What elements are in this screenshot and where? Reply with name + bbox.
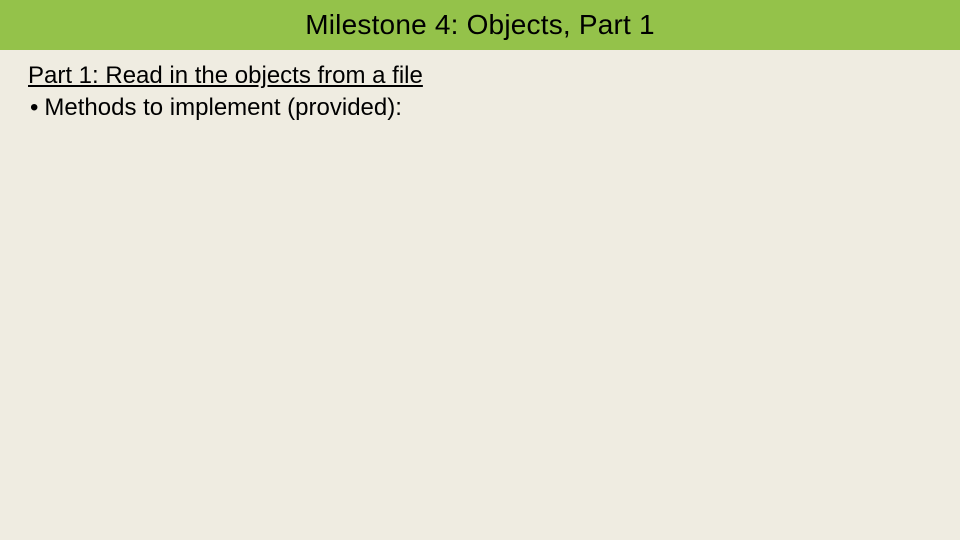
bullet-item: • Methods to implement (provided): <box>28 92 932 124</box>
slide-title: Milestone 4: Objects, Part 1 <box>305 9 655 41</box>
slide-body: Part 1: Read in the objects from a file … <box>0 50 960 125</box>
bullet-icon: • <box>30 92 38 124</box>
slide-title-bar: Milestone 4: Objects, Part 1 <box>0 0 960 50</box>
section-subheading: Part 1: Read in the objects from a file <box>28 60 932 92</box>
bullet-text: Methods to implement (provided): <box>44 92 402 124</box>
